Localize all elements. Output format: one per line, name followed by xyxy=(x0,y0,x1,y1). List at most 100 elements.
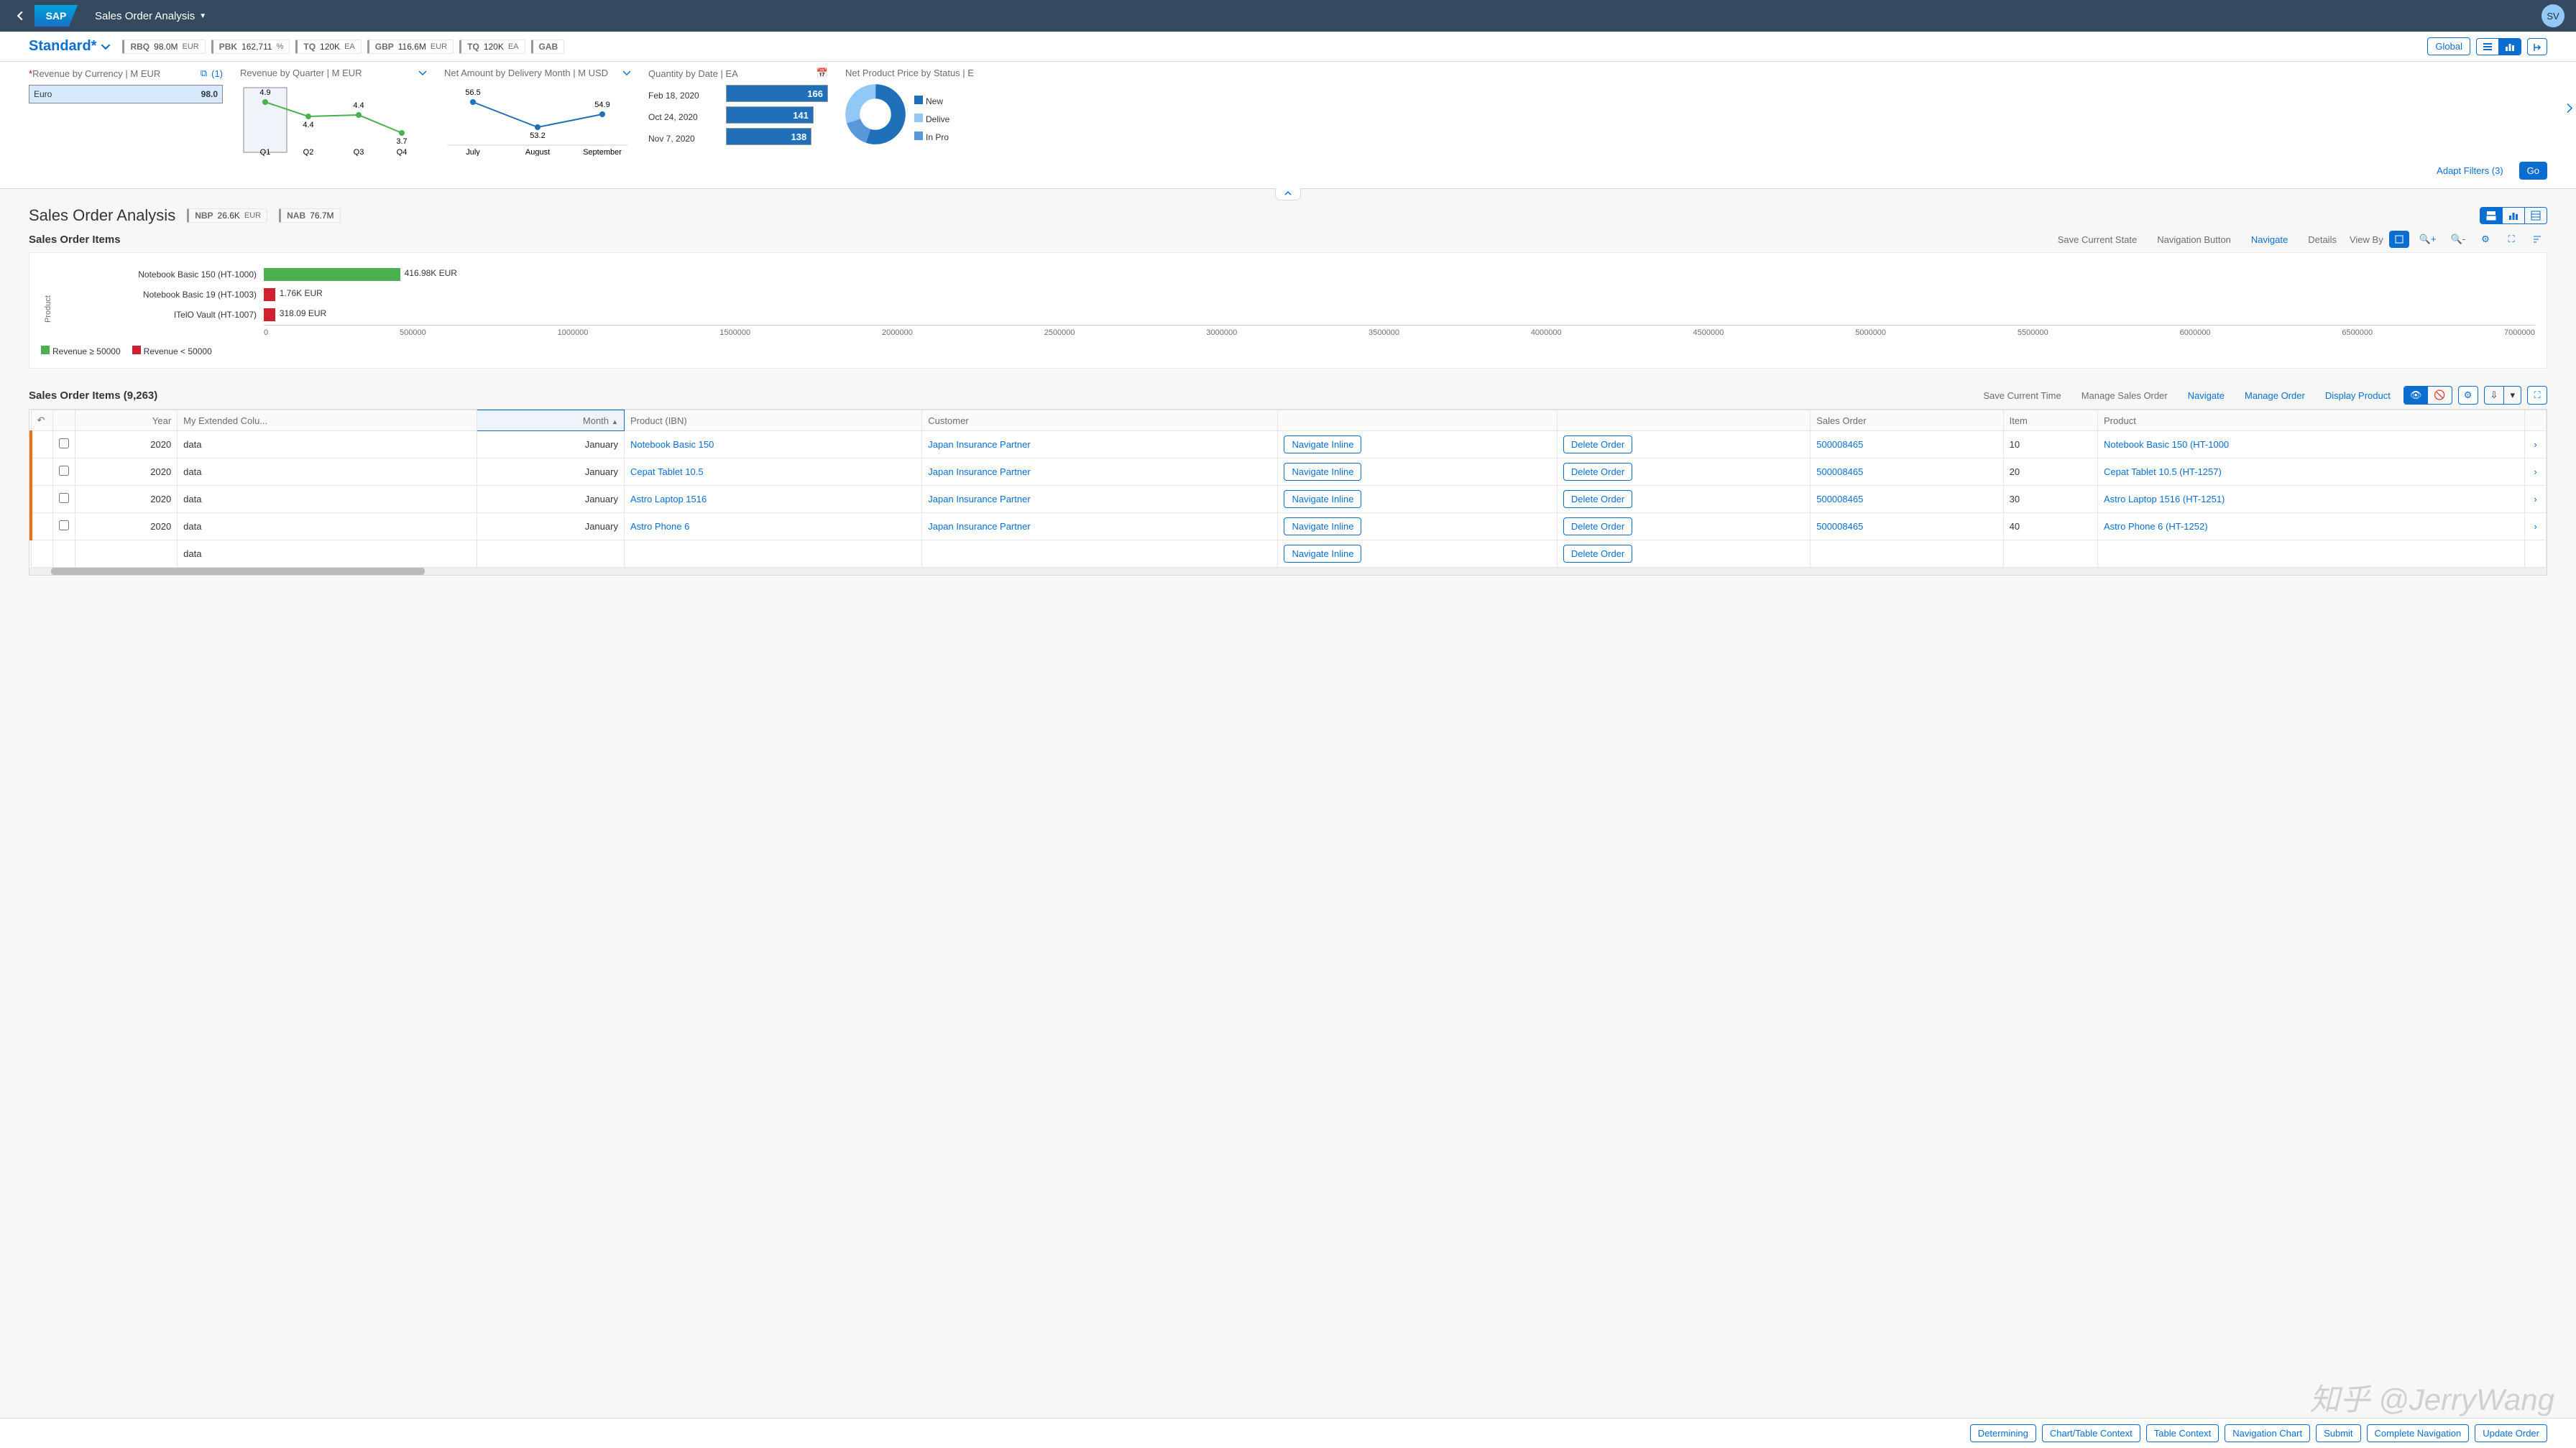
delete-order-button[interactable]: Delete Order xyxy=(1563,463,1632,481)
hbar-row-0[interactable]: Notebook Basic 150 (HT-1000) 416.98K EUR xyxy=(55,264,2535,285)
col-month[interactable]: Month xyxy=(477,410,624,431)
table-context-button[interactable]: Table Context xyxy=(2146,1424,2220,1442)
table-row[interactable]: 2020 data January Astro Laptop 1516 Japa… xyxy=(31,486,2547,513)
navigate-inline-button[interactable]: Navigate Inline xyxy=(1284,490,1361,508)
qty-row-2[interactable]: Nov 7, 2020138 xyxy=(648,128,828,149)
col-product[interactable]: Product xyxy=(2098,410,2525,431)
product-ibn-link[interactable]: Astro Phone 6 xyxy=(630,521,689,532)
col-product-ibn[interactable]: Product (IBN) xyxy=(624,410,921,431)
col-year[interactable]: Year xyxy=(75,410,178,431)
display-product-button[interactable]: Display Product xyxy=(2318,387,2398,404)
product-link[interactable]: Astro Laptop 1516 (HT-1251) xyxy=(2104,494,2225,504)
fullscreen-button[interactable]: ⛶ xyxy=(2501,231,2521,248)
customer-link[interactable]: Japan Insurance Partner xyxy=(928,494,1030,504)
qty-row-1[interactable]: Oct 24, 2020141 xyxy=(648,106,828,128)
so-link[interactable]: 500008465 xyxy=(1816,439,1863,450)
so-link[interactable]: 500008465 xyxy=(1816,466,1863,477)
kpi-tq1[interactable]: TQ120KEA xyxy=(295,40,361,54)
nav-button-button[interactable]: Navigation Button xyxy=(2150,231,2238,248)
table-row[interactable]: 2020 data January Notebook Basic 150 Jap… xyxy=(31,431,2547,458)
adapt-filters-button[interactable]: Adapt Filters (3) xyxy=(2429,162,2510,179)
view-chart-icon[interactable] xyxy=(2499,39,2521,55)
navigate-inline-button[interactable]: Navigate Inline xyxy=(1284,517,1361,535)
customer-link[interactable]: Japan Insurance Partner xyxy=(928,521,1030,532)
save-state-button[interactable]: Save Current State xyxy=(2051,231,2145,248)
manage-order-button[interactable]: Manage Order xyxy=(2237,387,2312,404)
kpi-tq2[interactable]: TQ120KEA xyxy=(459,40,525,54)
hide-icon[interactable]: 🚫 xyxy=(2428,387,2451,404)
kpi-gab[interactable]: GAB xyxy=(531,40,565,54)
h-scrollbar[interactable] xyxy=(29,568,2547,575)
row-checkbox[interactable] xyxy=(59,493,69,503)
view-by-toggle[interactable] xyxy=(2389,231,2409,248)
share-button[interactable] xyxy=(2527,38,2547,55)
chart-context-button[interactable]: Chart/Table Context xyxy=(2042,1424,2140,1442)
user-avatar[interactable]: SV xyxy=(2542,4,2564,27)
so-link[interactable]: 500008465 xyxy=(1816,494,1863,504)
col-undo[interactable]: ↶ xyxy=(31,410,52,431)
kpi-pbk[interactable]: PBK162,711% xyxy=(211,40,290,54)
hbar-row-2[interactable]: ITelO Vault (HT-1007) 318.09 EUR xyxy=(55,305,2535,325)
table-fullscreen-button[interactable]: ⛶ xyxy=(2527,386,2547,405)
product-ibn-link[interactable]: Cepat Tablet 10.5 xyxy=(630,466,704,477)
col-nav-inline[interactable] xyxy=(1278,410,1557,431)
zoom-out-button[interactable]: 🔍- xyxy=(2446,231,2470,248)
save-time-button[interactable]: Save Current Time xyxy=(1976,387,2068,404)
submit-button[interactable]: Submit xyxy=(2316,1424,2360,1442)
back-button[interactable] xyxy=(12,7,29,24)
delete-order-button[interactable]: Delete Order xyxy=(1563,435,1632,453)
nav-chart-button[interactable]: Navigation Chart xyxy=(2225,1424,2310,1442)
calendar-icon[interactable]: 📅 xyxy=(816,68,828,79)
so-link[interactable]: 500008465 xyxy=(1816,521,1863,532)
currency-bar-euro[interactable]: Euro 98.0 xyxy=(29,85,223,103)
global-button[interactable]: Global xyxy=(2427,37,2470,55)
donut-chart[interactable] xyxy=(845,84,906,144)
product-link[interactable]: Notebook Basic 150 (HT-1000 xyxy=(2104,439,2229,450)
view-chart-icon[interactable] xyxy=(2503,208,2525,223)
view-list-icon[interactable] xyxy=(2477,39,2499,55)
export-menu-button[interactable]: ▾ xyxy=(2504,387,2521,404)
row-checkbox[interactable] xyxy=(59,438,69,448)
legend-button[interactable] xyxy=(2527,231,2547,247)
table-row[interactable]: 2020 data January Astro Phone 6 Japan In… xyxy=(31,513,2547,540)
go-button[interactable]: Go xyxy=(2519,162,2547,180)
manage-so-button[interactable]: Manage Sales Order xyxy=(2074,387,2175,404)
col-ext[interactable]: My Extended Colu... xyxy=(178,410,477,431)
navigate-inline-button[interactable]: Navigate Inline xyxy=(1284,545,1361,563)
scroll-right-button[interactable] xyxy=(2563,96,2576,121)
row-checkbox[interactable] xyxy=(59,466,69,476)
row-checkbox[interactable] xyxy=(59,520,69,530)
product-link[interactable]: Astro Phone 6 (HT-1252) xyxy=(2104,521,2208,532)
col-delete[interactable] xyxy=(1557,410,1810,431)
settings-button[interactable]: ⚙ xyxy=(2475,231,2496,248)
navigate-inline-button[interactable]: Navigate Inline xyxy=(1284,435,1361,453)
view-hybrid-icon[interactable] xyxy=(2480,208,2503,223)
col-so[interactable]: Sales Order xyxy=(1811,410,2003,431)
table-row[interactable]: 2020 data January Cepat Tablet 10.5 Japa… xyxy=(31,458,2547,486)
qty-row-0[interactable]: Feb 18, 2020166 xyxy=(648,85,828,106)
table-row[interactable]: data Navigate Inline Delete Order xyxy=(31,540,2547,568)
delete-order-button[interactable]: Delete Order xyxy=(1563,490,1632,508)
col-nav[interactable] xyxy=(2525,410,2547,431)
determining-button[interactable]: Determining xyxy=(1970,1424,2036,1442)
show-icon[interactable]: 👁 xyxy=(2404,387,2429,404)
view-table-icon[interactable] xyxy=(2525,208,2547,223)
table-settings-button[interactable]: ⚙ xyxy=(2458,386,2478,405)
table-navigate-button[interactable]: Navigate xyxy=(2181,387,2232,404)
col-item[interactable]: Item xyxy=(2003,410,2097,431)
delete-order-button[interactable]: Delete Order xyxy=(1563,545,1632,563)
variant-selector[interactable]: Standard* xyxy=(29,38,111,55)
chevron-down-icon[interactable] xyxy=(622,69,631,78)
kpi-rbq[interactable]: RBQ98.0MEUR xyxy=(122,40,205,54)
customer-link[interactable]: Japan Insurance Partner xyxy=(928,466,1030,477)
kpi-gbp[interactable]: GBP116.6MEUR xyxy=(367,40,454,54)
section-kpi-nab[interactable]: NAB76.7M xyxy=(279,208,340,223)
month-line-chart[interactable]: 56.5 53.2 54.9 July August September xyxy=(444,84,631,156)
quarter-line-chart[interactable]: 4.9 4.4 4.4 3.7 Q1 Q2 Q3 Q4 xyxy=(240,84,427,156)
complete-nav-button[interactable]: Complete Navigation xyxy=(2367,1424,2470,1442)
app-title-dropdown[interactable]: Sales Order Analysis ▼ xyxy=(95,10,206,22)
delete-order-button[interactable]: Delete Order xyxy=(1563,517,1632,535)
navigate-inline-button[interactable]: Navigate Inline xyxy=(1284,463,1361,481)
popout-icon[interactable]: ⧉ xyxy=(201,68,207,79)
customer-link[interactable]: Japan Insurance Partner xyxy=(928,439,1030,450)
